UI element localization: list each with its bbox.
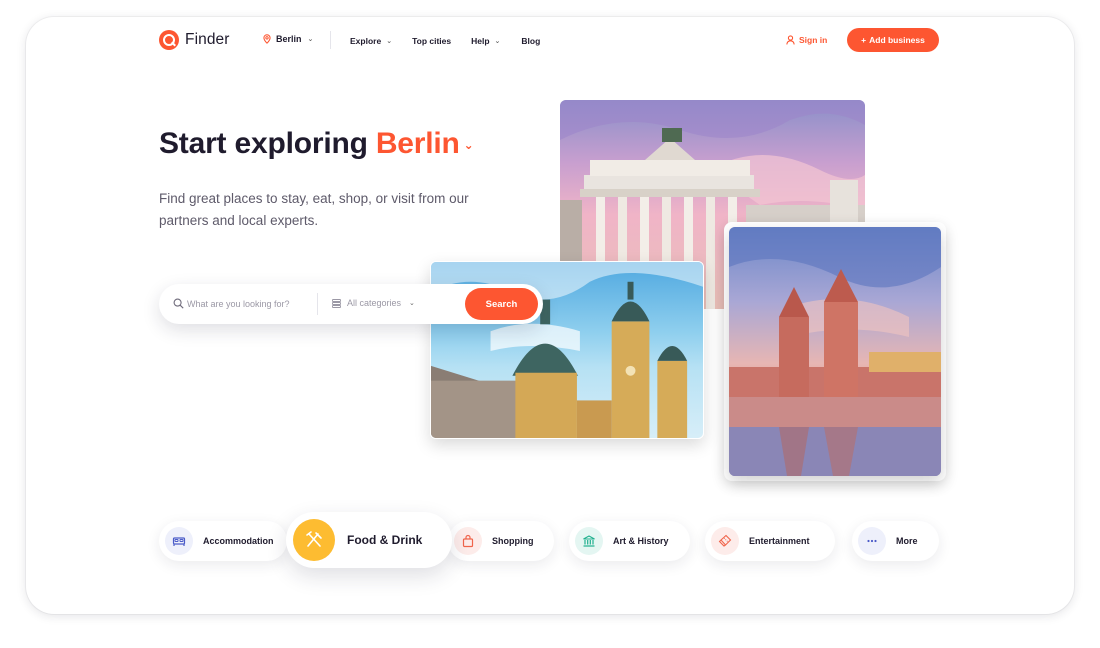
page-subtitle: Find great places to stay, eat, shop, or…	[159, 191, 469, 228]
chevron-down-icon: ⌄	[494, 38, 501, 45]
nav-explore[interactable]: Explore ⌄	[350, 36, 392, 46]
nav-blog-label: Blog	[521, 36, 541, 46]
search-divider	[317, 293, 318, 315]
category-select-label: All categories	[347, 298, 402, 308]
nav-top-cities[interactable]: Top cities	[412, 36, 451, 46]
search-bar: All categories ⌄ Search	[159, 284, 543, 324]
city-select-label: Berlin	[276, 34, 302, 44]
chevron-down-icon: ⌄	[307, 36, 314, 43]
fork-knife-icon	[293, 519, 335, 561]
location-pin-icon	[263, 34, 271, 44]
nav-explore-label: Explore	[350, 36, 382, 46]
search-button[interactable]: Search	[465, 288, 538, 320]
bridge-illustration	[729, 227, 941, 476]
add-business-label: Add business	[869, 35, 925, 45]
nav-top-cities-label: Top cities	[412, 36, 452, 46]
add-business-button[interactable]: + Add business	[847, 28, 939, 52]
sign-in-link[interactable]: Sign in	[786, 35, 827, 45]
category-shopping-label: Shopping	[492, 536, 534, 546]
category-food-drink-label: Food & Drink	[347, 533, 423, 547]
category-art-history-label: Art & History	[613, 536, 669, 546]
title-prefix: Start exploring	[159, 127, 368, 160]
category-more[interactable]: More	[852, 521, 939, 561]
header-divider	[330, 31, 331, 49]
logo-text: Finder	[185, 31, 230, 48]
category-more-label: More	[896, 536, 918, 546]
nav-blog[interactable]: Blog	[521, 36, 540, 46]
dots-icon	[858, 527, 886, 555]
search-icon	[173, 298, 184, 309]
category-entertainment[interactable]: Entertainment	[705, 521, 835, 561]
plus-icon: +	[861, 35, 867, 45]
oberbaum-bridge-image	[729, 227, 941, 476]
page-title: Start exploring Berlin ⌄	[159, 127, 474, 161]
category-shopping[interactable]: Shopping	[448, 521, 554, 561]
category-food-drink[interactable]: Food & Drink	[286, 512, 452, 568]
list-icon	[332, 298, 341, 308]
title-city[interactable]: Berlin	[376, 127, 460, 160]
logo-icon	[159, 30, 179, 50]
sign-in-label: Sign in	[799, 35, 828, 45]
nav-help[interactable]: Help ⌄	[471, 36, 500, 46]
user-icon	[786, 35, 795, 45]
category-select[interactable]: All categories ⌄	[332, 298, 415, 308]
museum-icon	[575, 527, 603, 555]
logo[interactable]: Finder	[159, 30, 230, 50]
chevron-down-icon[interactable]: ⌄	[464, 138, 474, 152]
category-art-history[interactable]: Art & History	[569, 521, 690, 561]
ticket-icon	[711, 527, 739, 555]
category-entertainment-label: Entertainment	[749, 536, 810, 546]
shopping-bag-icon	[454, 527, 482, 555]
chevron-down-icon: ⌄	[386, 38, 393, 45]
bed-icon	[165, 527, 193, 555]
city-select[interactable]: Berlin ⌄	[262, 34, 313, 44]
browser-frame: Finder Berlin ⌄ Explore ⌄ Top cities Hel…	[26, 17, 1074, 614]
category-accommodation[interactable]: Accommodation	[159, 521, 287, 561]
search-input[interactable]	[187, 296, 311, 312]
chevron-down-icon: ⌄	[409, 300, 415, 307]
main-nav: Explore ⌄ Top cities Help ⌄ Blog	[350, 36, 540, 46]
nav-help-label: Help	[471, 36, 490, 46]
category-accommodation-label: Accommodation	[203, 536, 274, 546]
